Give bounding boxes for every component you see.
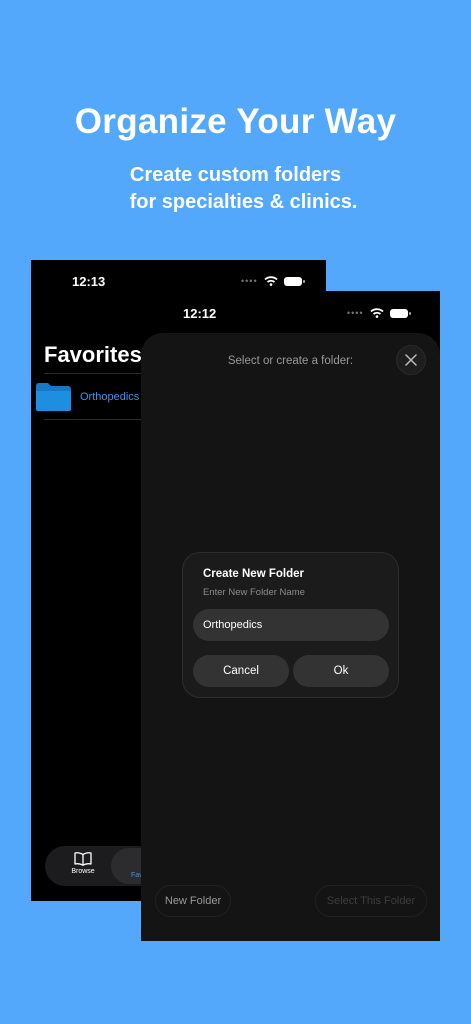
folder-sheet: Select or create a folder: Create New Fo…: [141, 333, 440, 941]
wifi-icon: [264, 276, 278, 286]
book-icon: [74, 852, 92, 866]
folder-name-input[interactable]: [193, 609, 389, 641]
close-button[interactable]: [396, 345, 426, 375]
subheadline-line-1: Create custom folders: [129, 164, 342, 186]
headline: Organize Your Way: [74, 102, 397, 141]
dialog-subtitle: Enter New Folder Name: [203, 587, 305, 598]
battery-icon: [283, 276, 305, 286]
folder-picker-screen: 12:12 •••• Select or create a folder: Cr…: [141, 291, 440, 941]
signal-icon: ••••: [347, 308, 364, 318]
cancel-button[interactable]: Cancel: [193, 655, 289, 687]
status-time: 12:12: [183, 306, 217, 321]
close-icon: [405, 354, 417, 366]
new-folder-button[interactable]: New Folder: [155, 885, 231, 917]
battery-icon: [389, 308, 411, 318]
tab-browse-label: Browse: [71, 868, 95, 875]
ok-button[interactable]: Ok: [293, 655, 389, 687]
subheadline: Create custom folders for specialties & …: [0, 162, 471, 216]
folder-label: Orthopedics: [80, 391, 140, 403]
subheadline-line-2: for specialties & clinics.: [129, 191, 358, 213]
dialog-title: Create New Folder: [203, 568, 304, 580]
signal-icon: ••••: [241, 276, 258, 286]
status-time: 12:13: [72, 274, 106, 289]
wifi-icon: [370, 308, 384, 318]
folder-icon: [36, 383, 71, 411]
status-icons: ••••: [241, 276, 305, 286]
tab-browse[interactable]: Browse: [63, 852, 103, 875]
status-icons: ••••: [347, 308, 411, 318]
select-this-folder-button[interactable]: Select This Folder: [315, 885, 427, 917]
create-folder-dialog: Create New Folder Enter New Folder Name …: [182, 552, 399, 698]
page-title: Favorites: [44, 342, 142, 367]
